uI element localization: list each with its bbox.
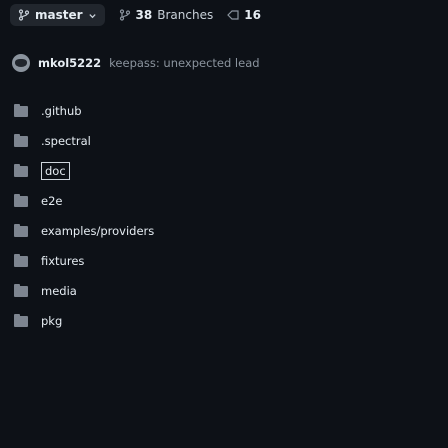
branch-icon <box>18 9 30 21</box>
folder-icon <box>14 163 28 177</box>
file-name[interactable]: fixtures <box>41 254 84 268</box>
folder-icon <box>14 223 28 237</box>
folder-icon <box>14 133 28 147</box>
file-name[interactable]: media <box>41 284 77 298</box>
folder-icon <box>14 193 28 207</box>
list-item[interactable]: media <box>0 276 448 306</box>
tag-icon <box>227 9 239 21</box>
list-item[interactable]: .github <box>0 96 448 126</box>
file-list: .github .spectral doc e2e examples/provi… <box>0 96 448 336</box>
tags-count: 16 <box>244 8 261 22</box>
file-name-selected[interactable]: doc <box>41 162 70 180</box>
branches-count: 38 <box>135 8 153 22</box>
file-name[interactable]: pkg <box>41 314 62 328</box>
tags-link[interactable]: 16 <box>227 8 261 22</box>
list-item[interactable]: .spectral <box>0 126 448 156</box>
folder-icon <box>14 253 28 267</box>
file-name[interactable]: examples/providers <box>41 224 154 238</box>
list-item[interactable]: e2e <box>0 186 448 216</box>
branches-label: Branches <box>157 8 214 22</box>
latest-commit-bar: mkol5222 keepass: unexpected lead <box>0 42 448 84</box>
branch-icon <box>119 9 131 21</box>
file-name[interactable]: .spectral <box>41 134 91 148</box>
file-name[interactable]: .github <box>41 104 82 118</box>
branches-link[interactable]: 38 Branches <box>119 8 214 22</box>
avatar[interactable] <box>12 54 30 72</box>
commit-author[interactable]: mkol5222 <box>38 56 101 70</box>
folder-icon <box>14 103 28 117</box>
chevron-down-icon <box>88 11 97 20</box>
repo-toolbar: master 38 Branches 16 <box>0 0 448 30</box>
list-item[interactable]: fixtures <box>0 246 448 276</box>
list-item[interactable]: pkg <box>0 306 448 336</box>
branch-selector-button[interactable]: master <box>10 4 105 26</box>
list-item[interactable]: examples/providers <box>0 216 448 246</box>
branch-name: master <box>35 8 83 22</box>
commit-message[interactable]: keepass: unexpected lead <box>109 56 259 70</box>
list-item[interactable]: doc <box>0 156 448 186</box>
folder-icon <box>14 313 28 327</box>
file-name[interactable]: e2e <box>41 194 62 208</box>
folder-icon <box>14 283 28 297</box>
